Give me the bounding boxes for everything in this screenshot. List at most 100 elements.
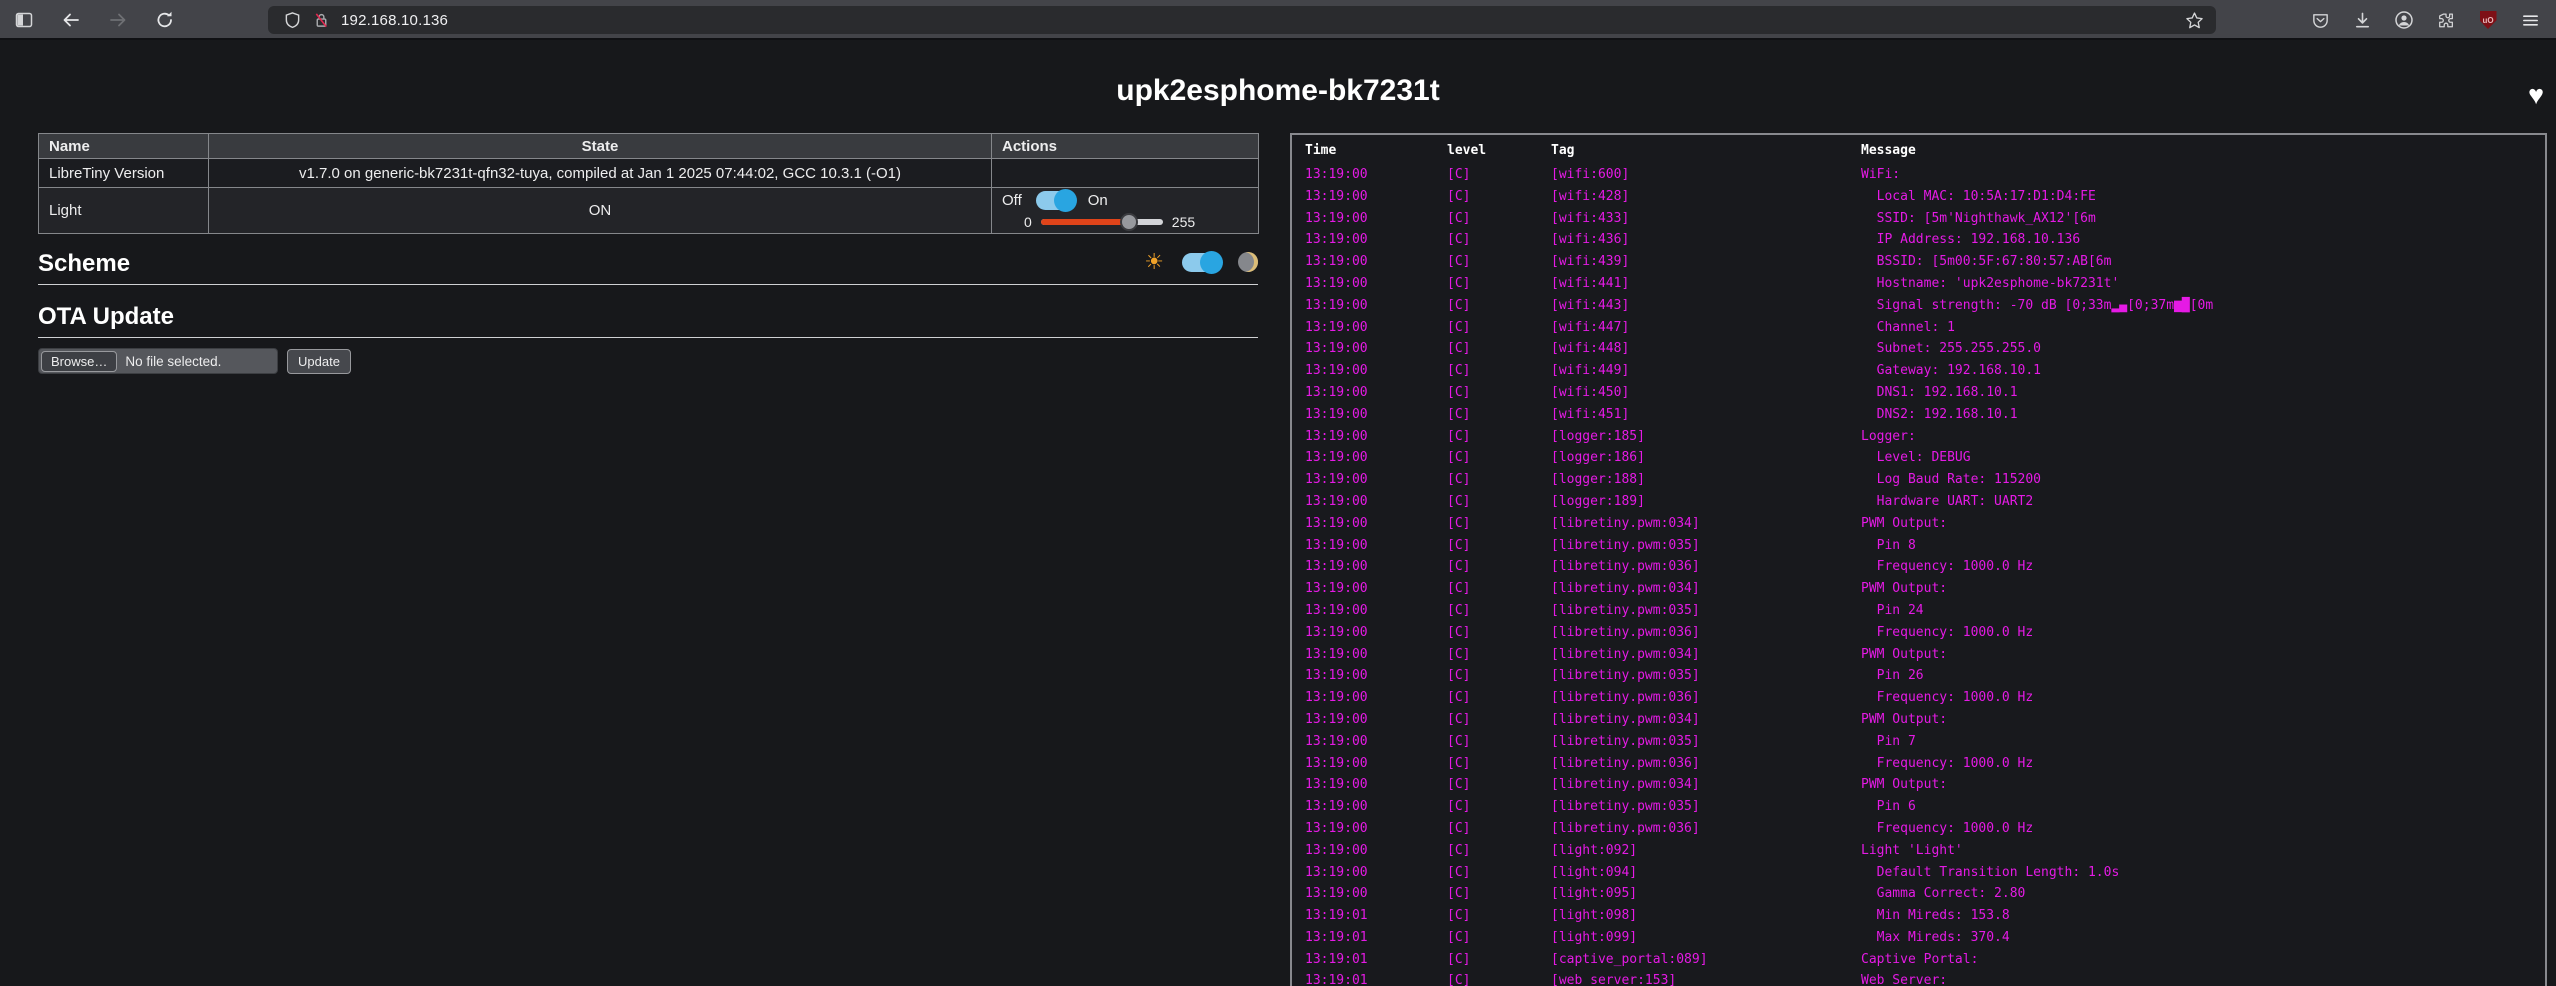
log-time: 13:19:00 bbox=[1305, 818, 1447, 840]
pocket-icon[interactable] bbox=[2310, 10, 2330, 30]
log-level: [C] bbox=[1447, 731, 1551, 753]
log-time: 13:19:00 bbox=[1305, 622, 1447, 644]
scheme-divider bbox=[38, 284, 1258, 285]
log-panel[interactable]: Time level Tag Message 13:19:00 [C] [wif… bbox=[1290, 133, 2547, 986]
log-time: 13:19:00 bbox=[1305, 295, 1447, 317]
slider-thumb[interactable] bbox=[1120, 213, 1138, 231]
log-tag: [wifi:450] bbox=[1551, 382, 1861, 404]
ota-heading: OTA Update bbox=[38, 303, 1258, 331]
log-tag: [libretiny.pwm:035] bbox=[1551, 600, 1861, 622]
toggle-off-label: Off bbox=[1002, 192, 1022, 209]
log-row: 13:19:00 [C] [light:095] Gamma Correct: … bbox=[1305, 883, 2545, 905]
light-toggle[interactable] bbox=[1036, 191, 1074, 210]
file-status-text: No file selected. bbox=[117, 354, 221, 369]
url-text[interactable]: 192.168.10.136 bbox=[341, 12, 448, 29]
browser-toolbar: 192.168.10.136 uO bbox=[0, 0, 2556, 40]
scheme-toggle[interactable] bbox=[1182, 253, 1220, 272]
log-tag: [libretiny.pwm:036] bbox=[1551, 622, 1861, 644]
log-level: [C] bbox=[1447, 862, 1551, 884]
log-time: 13:19:00 bbox=[1305, 753, 1447, 775]
log-tag: [logger:185] bbox=[1551, 426, 1861, 448]
reload-icon[interactable] bbox=[155, 10, 175, 30]
log-row: 13:19:00 [C] [light:092] Light 'Light' bbox=[1305, 840, 2545, 862]
log-row: 13:19:00 [C] [logger:189] Hardware UART:… bbox=[1305, 491, 2545, 513]
log-level: [C] bbox=[1447, 404, 1551, 426]
table-row: LibreTiny Version v1.7.0 on generic-bk72… bbox=[39, 159, 1259, 188]
entity-state: ON bbox=[209, 188, 992, 234]
log-row: 13:19:00 [C] [wifi:433] SSID: [5m'Nighth… bbox=[1305, 208, 2545, 230]
log-message: Captive Portal: bbox=[1861, 949, 2545, 971]
log-time: 13:19:01 bbox=[1305, 927, 1447, 949]
log-level: [C] bbox=[1447, 687, 1551, 709]
log-tag: [wifi:443] bbox=[1551, 295, 1861, 317]
log-message: PWM Output: bbox=[1861, 774, 2545, 796]
lock-crossed-icon[interactable] bbox=[311, 10, 331, 30]
log-time: 13:19:00 bbox=[1305, 382, 1447, 404]
menu-hamburger-icon[interactable] bbox=[2520, 10, 2540, 30]
log-time: 13:19:00 bbox=[1305, 578, 1447, 600]
log-time: 13:19:00 bbox=[1305, 731, 1447, 753]
brightness-slider[interactable] bbox=[1041, 213, 1163, 231]
log-message: Light 'Light' bbox=[1861, 840, 2545, 862]
log-message: BSSID: [5m00:5F:67:80:57:AB[6m bbox=[1861, 251, 2545, 273]
log-rows: 13:19:00 [C] [wifi:600] WiFi: 13:19:00 [… bbox=[1305, 164, 2545, 986]
firmware-file-input[interactable]: Browse… No file selected. bbox=[38, 348, 278, 374]
log-message: Pin 8 bbox=[1861, 535, 2545, 557]
log-row: 13:19:00 [C] [wifi:447] Channel: 1 bbox=[1305, 317, 2545, 339]
log-row: 13:19:00 [C] [wifi:450] DNS1: 192.168.10… bbox=[1305, 382, 2545, 404]
log-row: 13:19:00 [C] [libretiny.pwm:034] PWM Out… bbox=[1305, 709, 2545, 731]
log-tag: [captive_portal:089] bbox=[1551, 949, 1861, 971]
log-time: 13:19:00 bbox=[1305, 208, 1447, 230]
log-level: [C] bbox=[1447, 208, 1551, 230]
heart-icon: ♥ bbox=[2528, 80, 2544, 111]
log-tag: [wifi:448] bbox=[1551, 338, 1861, 360]
log-time: 13:19:00 bbox=[1305, 273, 1447, 295]
log-tag: [wifi:600] bbox=[1551, 164, 1861, 186]
col-header-actions: Actions bbox=[992, 134, 1259, 159]
log-level: [C] bbox=[1447, 382, 1551, 404]
log-time: 13:19:00 bbox=[1305, 883, 1447, 905]
table-row: Light ON Off On 0 bbox=[39, 188, 1259, 234]
log-time: 13:19:00 bbox=[1305, 796, 1447, 818]
sidebar-icon[interactable] bbox=[14, 10, 34, 30]
log-message: Default Transition Length: 1.0s bbox=[1861, 862, 2545, 884]
col-header-state: State bbox=[209, 134, 992, 159]
log-time: 13:19:00 bbox=[1305, 556, 1447, 578]
log-level: [C] bbox=[1447, 447, 1551, 469]
back-icon[interactable] bbox=[61, 10, 81, 30]
browse-button[interactable]: Browse… bbox=[41, 351, 117, 372]
log-time: 13:19:00 bbox=[1305, 774, 1447, 796]
bookmark-star-icon[interactable] bbox=[2184, 10, 2204, 30]
ublock-shield-icon[interactable]: uO bbox=[2478, 10, 2498, 30]
log-message: SSID: [5m'Nighthawk_AX12'[6m bbox=[1861, 208, 2545, 230]
log-tag: [wifi:447] bbox=[1551, 317, 1861, 339]
log-tag: [libretiny.pwm:036] bbox=[1551, 753, 1861, 775]
scheme-section: Scheme ☀ bbox=[38, 250, 1258, 285]
shield-icon[interactable] bbox=[282, 10, 302, 30]
col-header-name: Name bbox=[39, 134, 209, 159]
log-tag: [light:092] bbox=[1551, 840, 1861, 862]
log-level: [C] bbox=[1447, 338, 1551, 360]
log-tag: [web_server:153] bbox=[1551, 970, 1861, 986]
log-time: 13:19:00 bbox=[1305, 665, 1447, 687]
log-message: Pin 24 bbox=[1861, 600, 2545, 622]
log-level: [C] bbox=[1447, 273, 1551, 295]
log-level: [C] bbox=[1447, 491, 1551, 513]
entity-name: Light bbox=[39, 188, 209, 234]
log-row: 13:19:00 [C] [wifi:448] Subnet: 255.255.… bbox=[1305, 338, 2545, 360]
forward-icon[interactable] bbox=[108, 10, 128, 30]
log-row: 13:19:00 [C] [logger:188] Log Baud Rate:… bbox=[1305, 469, 2545, 491]
log-level: [C] bbox=[1447, 709, 1551, 731]
download-icon[interactable] bbox=[2352, 10, 2372, 30]
log-level: [C] bbox=[1447, 426, 1551, 448]
log-message: Pin 6 bbox=[1861, 796, 2545, 818]
page-title: upk2esphome-bk7231t bbox=[0, 74, 2556, 108]
log-message: WiFi: bbox=[1861, 164, 2545, 186]
url-bar[interactable]: 192.168.10.136 bbox=[268, 6, 2216, 34]
extensions-puzzle-icon[interactable] bbox=[2436, 10, 2456, 30]
account-icon[interactable] bbox=[2394, 10, 2414, 30]
log-row: 13:19:00 [C] [wifi:439] BSSID: [5m00:5F:… bbox=[1305, 251, 2545, 273]
log-message: Frequency: 1000.0 Hz bbox=[1861, 753, 2545, 775]
update-button[interactable]: Update bbox=[287, 349, 351, 374]
log-level: [C] bbox=[1447, 513, 1551, 535]
